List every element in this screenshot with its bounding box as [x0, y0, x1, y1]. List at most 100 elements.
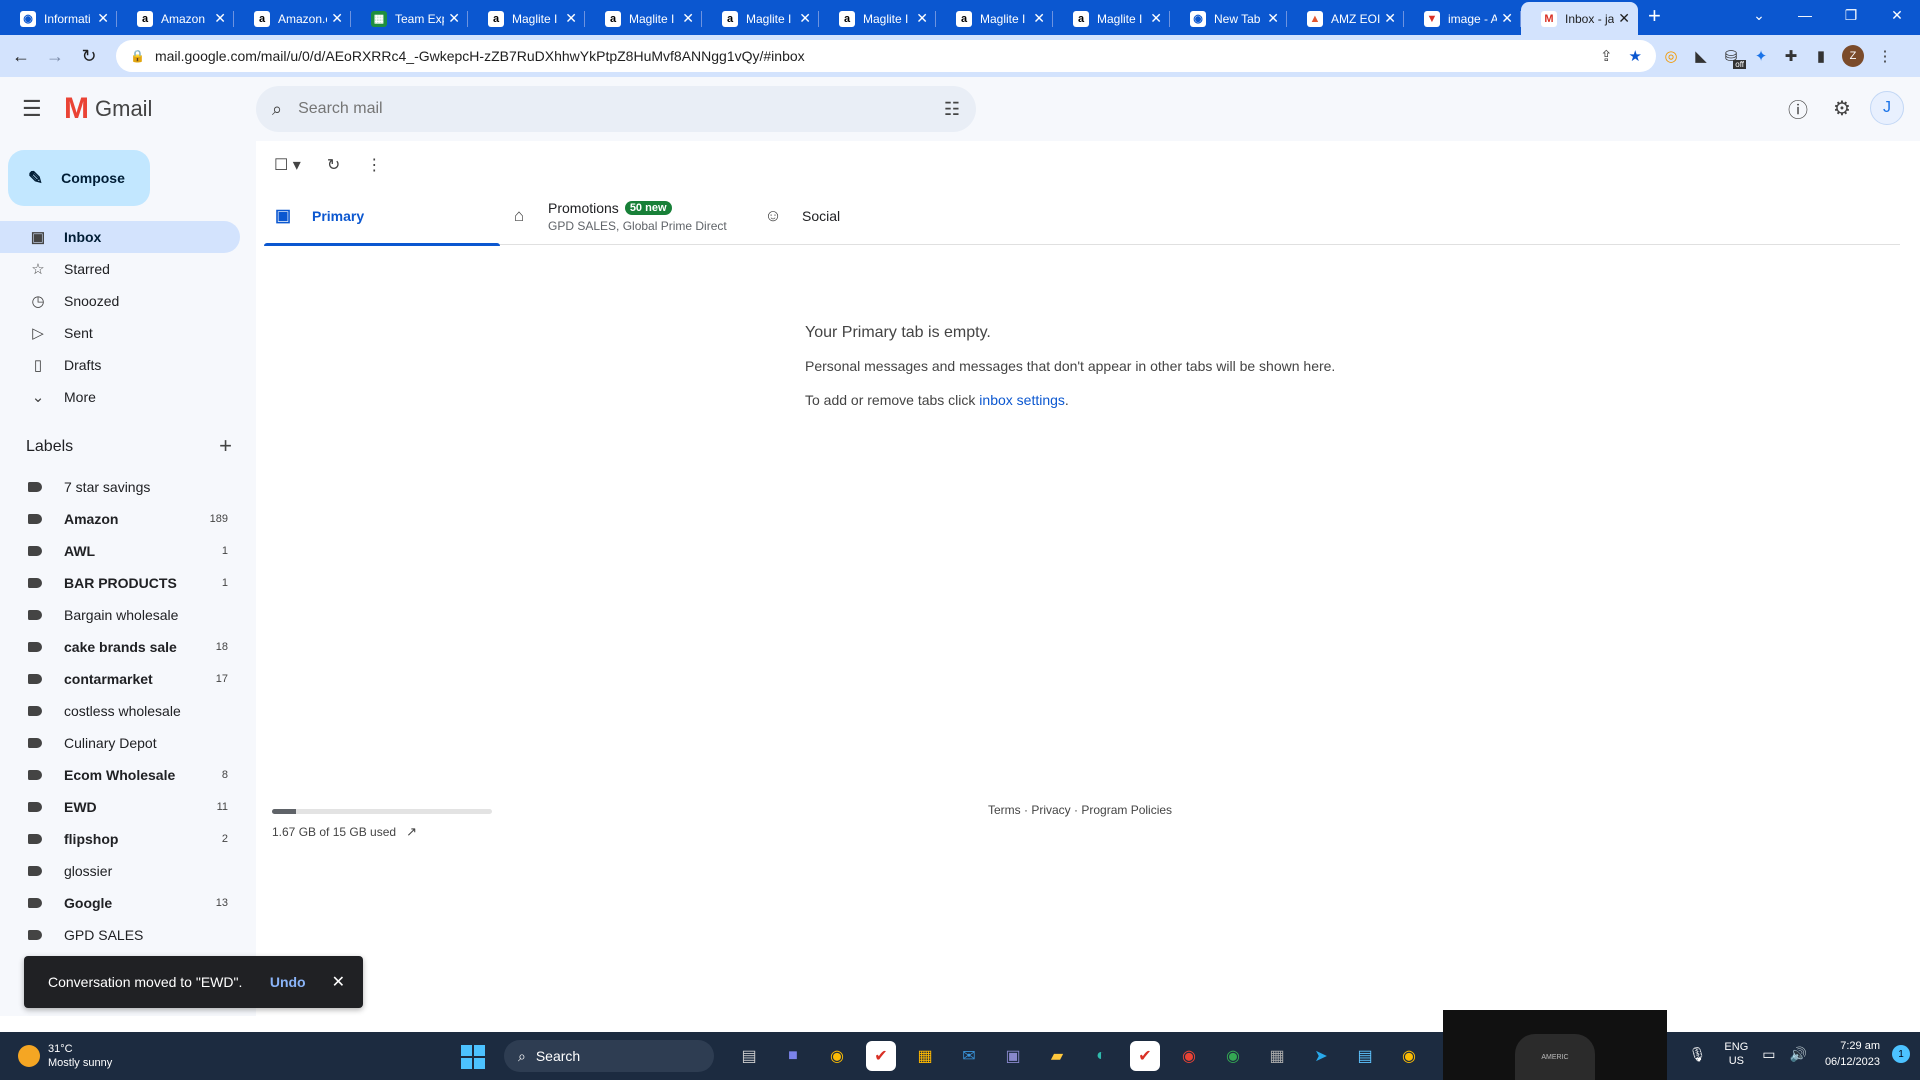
- bookmark-star-icon[interactable]: ★: [1629, 47, 1642, 65]
- notepad-icon[interactable]: ▤: [1350, 1041, 1380, 1071]
- close-icon[interactable]: ✕: [332, 972, 345, 992]
- label-item[interactable]: GPD SALES: [0, 919, 240, 951]
- account-avatar[interactable]: J: [1870, 91, 1904, 125]
- browser-tab[interactable]: ▼ image - A ✕: [1404, 2, 1521, 35]
- add-label-icon[interactable]: +: [219, 435, 232, 457]
- close-icon[interactable]: ✕: [1267, 10, 1279, 27]
- label-item[interactable]: Google 13: [0, 887, 240, 919]
- tab-primary[interactable]: ▣ Primary: [264, 187, 500, 246]
- label-item[interactable]: costless wholesale: [0, 695, 240, 727]
- edge-icon[interactable]: ◐: [1086, 1041, 1116, 1071]
- microphone-icon[interactable]: 🎙: [1689, 1046, 1707, 1063]
- browser-tab[interactable]: ▲ AMZ EOI ✕: [1287, 2, 1404, 35]
- search-options-icon[interactable]: ☷: [944, 99, 960, 120]
- clock[interactable]: 7:29 am 06/12/2023: [1825, 1038, 1880, 1070]
- label-item[interactable]: Ecom Wholesale 8: [0, 759, 240, 791]
- close-icon[interactable]: ✕: [97, 10, 109, 27]
- back-button[interactable]: ←: [4, 46, 38, 67]
- compose-button[interactable]: ✎ Compose: [8, 150, 150, 206]
- label-item[interactable]: glossier: [0, 855, 240, 887]
- browser-tab[interactable]: a Maglite I ✕: [1053, 2, 1170, 35]
- label-item[interactable]: EWD 11: [0, 791, 240, 823]
- sidebar-item-inbox[interactable]: ▣ Inbox: [0, 221, 240, 253]
- browser-tab[interactable]: a Amazon ✕: [117, 2, 234, 35]
- terms-link[interactable]: Terms: [988, 803, 1021, 817]
- close-icon[interactable]: ✕: [1501, 10, 1513, 27]
- browser-tab[interactable]: a Maglite I ✕: [936, 2, 1053, 35]
- browser-tab[interactable]: a Maglite I ✕: [585, 2, 702, 35]
- kebab-menu-icon[interactable]: ⋮: [1870, 47, 1900, 65]
- new-tab-button[interactable]: +: [1648, 3, 1661, 29]
- close-icon[interactable]: ✕: [1033, 10, 1045, 27]
- tab-search-icon[interactable]: ⌄: [1736, 0, 1782, 35]
- browser-tab[interactable]: ◉ New Tab ✕: [1170, 2, 1287, 35]
- sidebar-item-snoozed[interactable]: ◷ Snoozed: [0, 285, 240, 317]
- task-view-icon[interactable]: ▤: [734, 1041, 764, 1071]
- telegram-icon[interactable]: ➤: [1306, 1041, 1336, 1071]
- hamburger-menu-icon[interactable]: ☰: [22, 96, 50, 122]
- weather-widget[interactable]: 31°C Mostly sunny: [18, 1042, 112, 1070]
- sidebar-item-more[interactable]: ⌄ More: [0, 381, 240, 413]
- label-item[interactable]: BAR PRODUCTS 1: [0, 567, 240, 599]
- sidebar-item-sent[interactable]: ▷ Sent: [0, 317, 240, 349]
- tab-social[interactable]: ☺ Social: [754, 187, 990, 245]
- chrome-icon[interactable]: ◉: [1174, 1041, 1204, 1071]
- inbox-settings-link[interactable]: inbox settings: [979, 392, 1065, 408]
- search-bar[interactable]: ⌕ ☷: [256, 86, 976, 132]
- sidebar-item-drafts[interactable]: ▯ Drafts: [0, 349, 240, 381]
- volume-icon[interactable]: 🔊: [1790, 1046, 1807, 1063]
- puzzle-icon[interactable]: ✚: [1776, 47, 1806, 65]
- side-panel-icon[interactable]: ▮: [1806, 47, 1836, 65]
- taskbar-search[interactable]: ⌕ Search: [504, 1040, 714, 1072]
- tab-promotions[interactable]: ⌂ Promotions 50 new GPD SALES, Global Pr…: [500, 187, 754, 245]
- app-icon[interactable]: ✔: [1130, 1041, 1160, 1071]
- incognito-extension-icon[interactable]: ⛁ off: [1716, 47, 1746, 69]
- forward-button[interactable]: →: [38, 46, 72, 67]
- search-input[interactable]: [296, 99, 944, 119]
- label-item[interactable]: cake brands sale 18: [0, 631, 240, 663]
- store-icon[interactable]: ▦: [910, 1041, 940, 1071]
- privacy-link[interactable]: Privacy: [1031, 803, 1070, 817]
- close-icon[interactable]: ✕: [448, 10, 460, 27]
- help-icon[interactable]: ⓘ: [1776, 94, 1820, 123]
- chrome-icon[interactable]: ◉: [1394, 1041, 1424, 1071]
- mail-icon[interactable]: ✉: [954, 1041, 984, 1071]
- browser-tab[interactable]: a Maglite I ✕: [702, 2, 819, 35]
- teams-icon[interactable]: ■: [778, 1041, 808, 1071]
- label-item[interactable]: Amazon 189: [0, 503, 240, 535]
- calculator-icon[interactable]: ▦: [1262, 1041, 1292, 1071]
- close-icon[interactable]: ✕: [1618, 10, 1630, 27]
- gmail-logo[interactable]: M Gmail: [64, 92, 152, 126]
- close-icon[interactable]: ✕: [1384, 10, 1396, 27]
- lock-icon[interactable]: 🔒: [130, 49, 145, 63]
- address-bar[interactable]: 🔒 mail.google.com/mail/u/0/d/AEoRXRRc4_-…: [116, 40, 1656, 72]
- label-item[interactable]: Culinary Depot: [0, 727, 240, 759]
- share-icon[interactable]: ⇪: [1600, 47, 1613, 65]
- external-link-icon[interactable]: ↗: [406, 824, 417, 840]
- network-icon[interactable]: ▭: [1762, 1046, 1775, 1063]
- app-icon[interactable]: ✔: [866, 1041, 896, 1071]
- profile-avatar[interactable]: Z: [1842, 45, 1864, 67]
- close-icon[interactable]: ✕: [799, 10, 811, 27]
- gear-icon[interactable]: ⚙: [1820, 96, 1864, 121]
- file-explorer-icon[interactable]: ▰: [1042, 1041, 1072, 1071]
- browser-tab-active[interactable]: M Inbox - ja ✕: [1521, 2, 1638, 35]
- label-item[interactable]: contarmarket 17: [0, 663, 240, 695]
- label-item[interactable]: Bargain wholesale: [0, 599, 240, 631]
- minimize-button[interactable]: —: [1782, 0, 1828, 35]
- sidebar-item-starred[interactable]: ☆ Starred: [0, 253, 240, 285]
- undo-button[interactable]: Undo: [270, 974, 306, 990]
- floating-video-window[interactable]: AMERIC: [1443, 1010, 1667, 1080]
- refresh-icon[interactable]: ↻: [327, 155, 340, 175]
- close-icon[interactable]: ✕: [1150, 10, 1162, 27]
- close-icon[interactable]: ✕: [916, 10, 928, 27]
- browser-tab[interactable]: a Maglite I ✕: [468, 2, 585, 35]
- browser-tab[interactable]: a Amazon.c ✕: [234, 2, 351, 35]
- browser-tab[interactable]: ◉ Informati ✕: [0, 2, 117, 35]
- windows-start-icon[interactable]: [461, 1045, 485, 1069]
- program-policies-link[interactable]: Program Policies: [1081, 803, 1172, 817]
- extension-icon[interactable]: ◣: [1686, 47, 1716, 65]
- close-icon[interactable]: ✕: [331, 10, 343, 27]
- label-item[interactable]: flipshop 2: [0, 823, 240, 855]
- search-icon[interactable]: ⌕: [272, 99, 282, 120]
